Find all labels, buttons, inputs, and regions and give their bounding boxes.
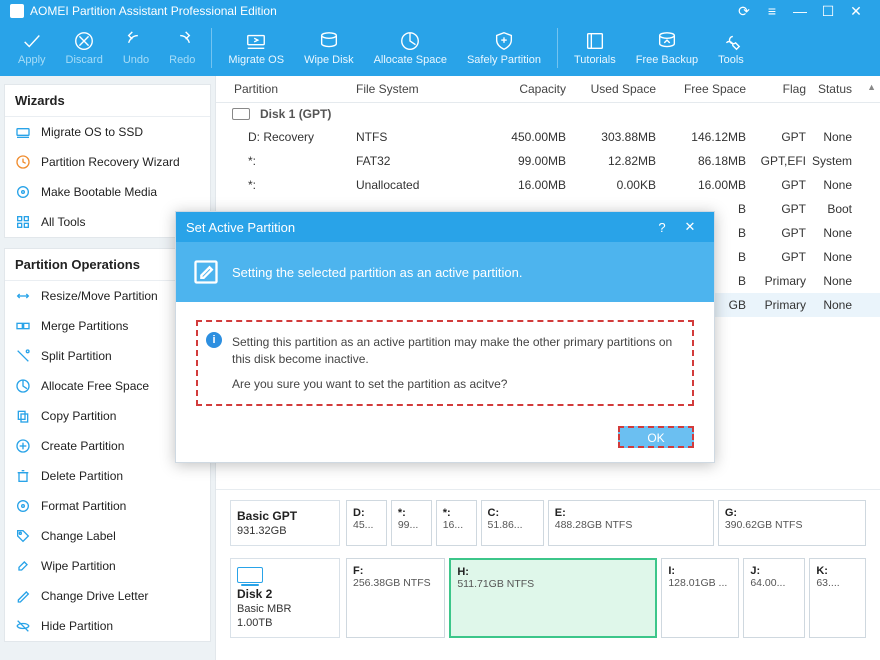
- dialog-titlebar: Set Active Partition ? ✕: [176, 212, 714, 242]
- close-icon[interactable]: ✕: [676, 219, 704, 235]
- grid-header: Partition File System Capacity Used Spac…: [216, 76, 880, 103]
- app-title: AOMEI Partition Assistant Professional E…: [30, 4, 277, 18]
- op-format[interactable]: Format Partition: [5, 491, 210, 521]
- partition-block[interactable]: F:256.38GB NTFS: [346, 558, 445, 638]
- partition-block[interactable]: *:99...: [391, 500, 432, 546]
- scroll-up-icon[interactable]: ▲: [867, 82, 876, 92]
- op-drive-letter[interactable]: Change Drive Letter: [5, 581, 210, 611]
- partition-block[interactable]: K:63....: [809, 558, 866, 638]
- disk2-card: Disk 2 Basic MBR 1.00TB F:256.38GB NTFSH…: [230, 558, 866, 638]
- close-button[interactable]: ✕: [842, 3, 870, 20]
- disk1-card: Basic GPT 931.32GB D:45...*:99...*:16...…: [230, 500, 866, 546]
- undo-button[interactable]: Undo: [113, 28, 159, 68]
- tools-button[interactable]: Tools: [708, 28, 754, 68]
- main-toolbar: Apply Discard Undo Redo Migrate OS Wipe …: [0, 22, 880, 76]
- menu-icon[interactable]: ≡: [758, 3, 786, 19]
- wizards-title: Wizards: [5, 85, 210, 117]
- disk-map: Basic GPT 931.32GB D:45...*:99...*:16...…: [216, 489, 880, 660]
- sidebar-item-bootable-media[interactable]: Make Bootable Media: [5, 177, 210, 207]
- ok-button[interactable]: OK: [618, 426, 694, 448]
- op-wipe[interactable]: Wipe Partition: [5, 551, 210, 581]
- op-delete[interactable]: Delete Partition: [5, 461, 210, 491]
- disk2-summary[interactable]: Disk 2 Basic MBR 1.00TB: [230, 558, 340, 638]
- tutorials-button[interactable]: Tutorials: [564, 28, 626, 68]
- allocate-space-button[interactable]: Allocate Space: [364, 28, 457, 68]
- disk1-header[interactable]: Disk 1 (GPT): [216, 103, 880, 125]
- free-backup-button[interactable]: Free Backup: [626, 28, 708, 68]
- disk-icon: [232, 108, 250, 120]
- wipe-disk-button[interactable]: Wipe Disk: [294, 28, 364, 68]
- partition-block[interactable]: E:488.28GB NTFS: [548, 500, 714, 546]
- partition-block[interactable]: C:51.86...: [481, 500, 544, 546]
- disk1-summary[interactable]: Basic GPT 931.32GB: [230, 500, 340, 546]
- op-change-label[interactable]: Change Label: [5, 521, 210, 551]
- dialog-header: Setting the selected partition as an act…: [176, 242, 714, 302]
- sidebar-item-migrate-os[interactable]: Migrate OS to SSD: [5, 117, 210, 147]
- maximize-button[interactable]: ☐: [814, 3, 842, 20]
- disk-icon: [237, 567, 263, 583]
- partition-block[interactable]: H:511.71GB NTFS: [449, 558, 657, 638]
- partition-block[interactable]: I:128.01GB ...: [661, 558, 739, 638]
- table-row[interactable]: *:FAT3299.00MB12.82MB86.18MBGPT,EFISyste…: [216, 149, 880, 173]
- apply-button[interactable]: Apply: [8, 28, 56, 68]
- op-hide[interactable]: Hide Partition: [5, 611, 210, 641]
- set-active-partition-dialog: Set Active Partition ? ✕ Setting the sel…: [175, 211, 715, 463]
- minimize-button[interactable]: —: [786, 3, 814, 19]
- migrate-os-button[interactable]: Migrate OS: [218, 28, 294, 68]
- table-row[interactable]: *:Unallocated16.00MB0.00KB16.00MBGPTNone: [216, 173, 880, 197]
- partition-block[interactable]: G:390.62GB NTFS: [718, 500, 866, 546]
- warning-box: i Setting this partition as an active pa…: [196, 320, 694, 406]
- table-row[interactable]: D: RecoveryNTFS450.00MB303.88MB146.12MBG…: [216, 125, 880, 149]
- partition-block[interactable]: D:45...: [346, 500, 387, 546]
- discard-button[interactable]: Discard: [56, 28, 113, 68]
- help-icon[interactable]: ?: [648, 220, 676, 235]
- partition-block[interactable]: J:64.00...: [743, 558, 805, 638]
- refresh-icon[interactable]: ⟳: [730, 3, 758, 20]
- safely-partition-button[interactable]: Safely Partition: [457, 28, 551, 68]
- sidebar-item-partition-recovery[interactable]: Partition Recovery Wizard: [5, 147, 210, 177]
- redo-button[interactable]: Redo: [159, 28, 205, 68]
- partition-block[interactable]: *:16...: [436, 500, 477, 546]
- dialog-title: Set Active Partition: [186, 220, 295, 235]
- info-icon: i: [206, 332, 222, 348]
- edit-icon: [192, 258, 220, 286]
- titlebar: AOMEI Partition Assistant Professional E…: [0, 0, 880, 22]
- app-logo: [10, 4, 24, 18]
